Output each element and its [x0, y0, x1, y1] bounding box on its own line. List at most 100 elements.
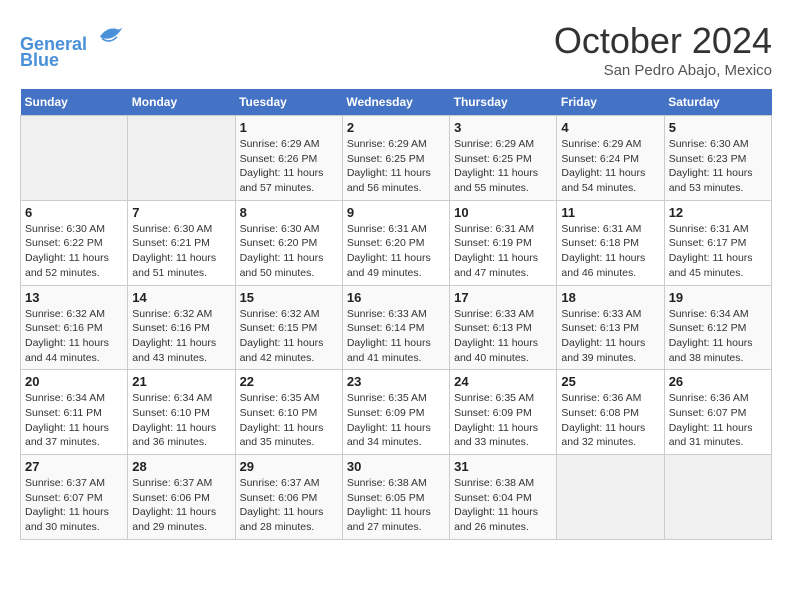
day-number: 24	[454, 374, 552, 389]
day-info: Sunrise: 6:38 AM Sunset: 6:04 PM Dayligh…	[454, 476, 552, 535]
weekday-header-cell: Tuesday	[235, 89, 342, 116]
calendar-cell: 23 Sunrise: 6:35 AM Sunset: 6:09 PM Dayl…	[342, 370, 449, 455]
calendar-cell: 10 Sunrise: 6:31 AM Sunset: 6:19 PM Dayl…	[450, 200, 557, 285]
calendar-cell: 3 Sunrise: 6:29 AM Sunset: 6:25 PM Dayli…	[450, 116, 557, 201]
day-number: 6	[25, 205, 123, 220]
calendar-cell: 1 Sunrise: 6:29 AM Sunset: 6:26 PM Dayli…	[235, 116, 342, 201]
day-info: Sunrise: 6:29 AM Sunset: 6:25 PM Dayligh…	[454, 137, 552, 196]
day-info: Sunrise: 6:37 AM Sunset: 6:06 PM Dayligh…	[132, 476, 230, 535]
header: General Blue October 2024 San Pedro Abaj…	[20, 20, 772, 79]
calendar-cell: 26 Sunrise: 6:36 AM Sunset: 6:07 PM Dayl…	[664, 370, 771, 455]
calendar-cell	[664, 455, 771, 540]
calendar-cell: 9 Sunrise: 6:31 AM Sunset: 6:20 PM Dayli…	[342, 200, 449, 285]
calendar-cell: 25 Sunrise: 6:36 AM Sunset: 6:08 PM Dayl…	[557, 370, 664, 455]
day-number: 5	[669, 120, 767, 135]
calendar-cell: 20 Sunrise: 6:34 AM Sunset: 6:11 PM Dayl…	[21, 370, 128, 455]
calendar-cell: 14 Sunrise: 6:32 AM Sunset: 6:16 PM Dayl…	[128, 285, 235, 370]
day-info: Sunrise: 6:29 AM Sunset: 6:24 PM Dayligh…	[561, 137, 659, 196]
day-number: 14	[132, 290, 230, 305]
calendar-cell: 12 Sunrise: 6:31 AM Sunset: 6:17 PM Dayl…	[664, 200, 771, 285]
day-info: Sunrise: 6:35 AM Sunset: 6:09 PM Dayligh…	[454, 391, 552, 450]
calendar-cell: 16 Sunrise: 6:33 AM Sunset: 6:14 PM Dayl…	[342, 285, 449, 370]
calendar-cell: 8 Sunrise: 6:30 AM Sunset: 6:20 PM Dayli…	[235, 200, 342, 285]
day-number: 22	[240, 374, 338, 389]
weekday-header-cell: Thursday	[450, 89, 557, 116]
day-number: 9	[347, 205, 445, 220]
calendar-cell: 7 Sunrise: 6:30 AM Sunset: 6:21 PM Dayli…	[128, 200, 235, 285]
day-info: Sunrise: 6:33 AM Sunset: 6:13 PM Dayligh…	[454, 307, 552, 366]
calendar-cell: 24 Sunrise: 6:35 AM Sunset: 6:09 PM Dayl…	[450, 370, 557, 455]
day-number: 19	[669, 290, 767, 305]
calendar-week-row: 6 Sunrise: 6:30 AM Sunset: 6:22 PM Dayli…	[21, 200, 772, 285]
day-info: Sunrise: 6:33 AM Sunset: 6:14 PM Dayligh…	[347, 307, 445, 366]
day-number: 31	[454, 459, 552, 474]
day-number: 17	[454, 290, 552, 305]
day-info: Sunrise: 6:32 AM Sunset: 6:16 PM Dayligh…	[25, 307, 123, 366]
day-info: Sunrise: 6:35 AM Sunset: 6:10 PM Dayligh…	[240, 391, 338, 450]
location: San Pedro Abajo, Mexico	[554, 62, 772, 79]
title-block: October 2024 San Pedro Abajo, Mexico	[554, 20, 772, 79]
day-number: 30	[347, 459, 445, 474]
day-info: Sunrise: 6:38 AM Sunset: 6:05 PM Dayligh…	[347, 476, 445, 535]
day-number: 25	[561, 374, 659, 389]
day-info: Sunrise: 6:33 AM Sunset: 6:13 PM Dayligh…	[561, 307, 659, 366]
day-info: Sunrise: 6:30 AM Sunset: 6:23 PM Dayligh…	[669, 137, 767, 196]
day-info: Sunrise: 6:36 AM Sunset: 6:08 PM Dayligh…	[561, 391, 659, 450]
weekday-header-cell: Monday	[128, 89, 235, 116]
day-info: Sunrise: 6:29 AM Sunset: 6:26 PM Dayligh…	[240, 137, 338, 196]
day-number: 4	[561, 120, 659, 135]
weekday-header-cell: Saturday	[664, 89, 771, 116]
day-number: 1	[240, 120, 338, 135]
logo-bird-icon	[96, 20, 126, 50]
day-info: Sunrise: 6:31 AM Sunset: 6:20 PM Dayligh…	[347, 222, 445, 281]
calendar-cell	[557, 455, 664, 540]
day-info: Sunrise: 6:34 AM Sunset: 6:11 PM Dayligh…	[25, 391, 123, 450]
calendar-cell	[128, 116, 235, 201]
month-title: October 2024	[554, 20, 772, 62]
calendar-cell: 22 Sunrise: 6:35 AM Sunset: 6:10 PM Dayl…	[235, 370, 342, 455]
day-info: Sunrise: 6:31 AM Sunset: 6:18 PM Dayligh…	[561, 222, 659, 281]
day-number: 20	[25, 374, 123, 389]
calendar-cell: 19 Sunrise: 6:34 AM Sunset: 6:12 PM Dayl…	[664, 285, 771, 370]
day-info: Sunrise: 6:30 AM Sunset: 6:21 PM Dayligh…	[132, 222, 230, 281]
calendar-cell: 28 Sunrise: 6:37 AM Sunset: 6:06 PM Dayl…	[128, 455, 235, 540]
day-info: Sunrise: 6:32 AM Sunset: 6:15 PM Dayligh…	[240, 307, 338, 366]
calendar-cell: 2 Sunrise: 6:29 AM Sunset: 6:25 PM Dayli…	[342, 116, 449, 201]
day-info: Sunrise: 6:30 AM Sunset: 6:20 PM Dayligh…	[240, 222, 338, 281]
day-number: 23	[347, 374, 445, 389]
day-number: 3	[454, 120, 552, 135]
day-number: 2	[347, 120, 445, 135]
day-number: 8	[240, 205, 338, 220]
calendar-cell: 4 Sunrise: 6:29 AM Sunset: 6:24 PM Dayli…	[557, 116, 664, 201]
day-info: Sunrise: 6:34 AM Sunset: 6:12 PM Dayligh…	[669, 307, 767, 366]
day-number: 11	[561, 205, 659, 220]
calendar-cell: 5 Sunrise: 6:30 AM Sunset: 6:23 PM Dayli…	[664, 116, 771, 201]
calendar-cell: 30 Sunrise: 6:38 AM Sunset: 6:05 PM Dayl…	[342, 455, 449, 540]
day-info: Sunrise: 6:37 AM Sunset: 6:07 PM Dayligh…	[25, 476, 123, 535]
weekday-header-row: SundayMondayTuesdayWednesdayThursdayFrid…	[21, 89, 772, 116]
weekday-header-cell: Wednesday	[342, 89, 449, 116]
day-info: Sunrise: 6:31 AM Sunset: 6:19 PM Dayligh…	[454, 222, 552, 281]
calendar-week-row: 13 Sunrise: 6:32 AM Sunset: 6:16 PM Dayl…	[21, 285, 772, 370]
calendar-cell: 11 Sunrise: 6:31 AM Sunset: 6:18 PM Dayl…	[557, 200, 664, 285]
calendar-week-row: 27 Sunrise: 6:37 AM Sunset: 6:07 PM Dayl…	[21, 455, 772, 540]
calendar-cell: 6 Sunrise: 6:30 AM Sunset: 6:22 PM Dayli…	[21, 200, 128, 285]
calendar-cell: 15 Sunrise: 6:32 AM Sunset: 6:15 PM Dayl…	[235, 285, 342, 370]
day-number: 29	[240, 459, 338, 474]
day-number: 12	[669, 205, 767, 220]
day-number: 13	[25, 290, 123, 305]
calendar-cell: 13 Sunrise: 6:32 AM Sunset: 6:16 PM Dayl…	[21, 285, 128, 370]
day-number: 7	[132, 205, 230, 220]
day-info: Sunrise: 6:29 AM Sunset: 6:25 PM Dayligh…	[347, 137, 445, 196]
day-number: 15	[240, 290, 338, 305]
calendar-week-row: 1 Sunrise: 6:29 AM Sunset: 6:26 PM Dayli…	[21, 116, 772, 201]
calendar-cell: 27 Sunrise: 6:37 AM Sunset: 6:07 PM Dayl…	[21, 455, 128, 540]
calendar-cell: 18 Sunrise: 6:33 AM Sunset: 6:13 PM Dayl…	[557, 285, 664, 370]
day-info: Sunrise: 6:34 AM Sunset: 6:10 PM Dayligh…	[132, 391, 230, 450]
weekday-header-cell: Sunday	[21, 89, 128, 116]
day-number: 10	[454, 205, 552, 220]
calendar-cell: 29 Sunrise: 6:37 AM Sunset: 6:06 PM Dayl…	[235, 455, 342, 540]
calendar-cell	[21, 116, 128, 201]
day-number: 18	[561, 290, 659, 305]
day-info: Sunrise: 6:36 AM Sunset: 6:07 PM Dayligh…	[669, 391, 767, 450]
